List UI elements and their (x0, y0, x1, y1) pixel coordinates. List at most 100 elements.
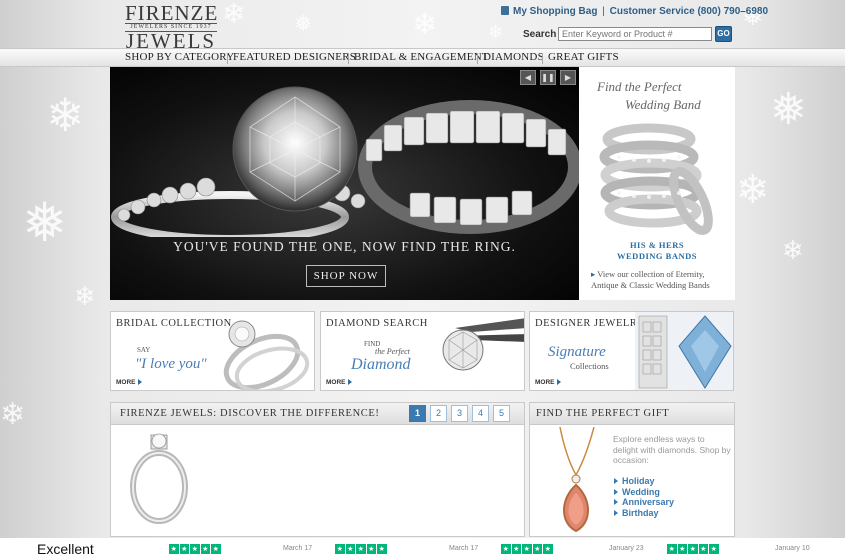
star-rating: ★ ★ ★ ★ ★ (335, 544, 387, 554)
star-icon: ★ (179, 544, 189, 554)
page-button-5[interactable]: 5 (493, 405, 510, 422)
occasion-list: Holiday Wedding Anniversary Birthday (614, 476, 674, 518)
blue-topaz-ring-image (635, 312, 733, 390)
solitaire-ring-image[interactable] (115, 429, 205, 529)
review-date: March 17 (449, 545, 479, 552)
nav-divider (348, 53, 349, 64)
arrow-right-icon (347, 379, 352, 385)
shop-now-button[interactable]: SHOP NOW (306, 265, 386, 287)
arrow-right-icon (614, 478, 618, 484)
occasion-label: Birthday (622, 507, 659, 518)
logo-text-firenze: FIRENZE (125, 1, 219, 25)
star-icon: ★ (532, 544, 542, 554)
shopping-bag-link[interactable]: My Shopping Bag (513, 6, 597, 17)
more-label: MORE (326, 379, 346, 386)
star-icon: ★ (698, 544, 708, 554)
hero-banner[interactable]: ◀ ❚❚ ▶ YOU'VE FOUND THE ONE, NOW FIND TH… (110, 67, 579, 300)
star-icon: ★ (366, 544, 376, 554)
panel-header: FIND THE PERFECT GIFT (530, 403, 734, 425)
star-icon: ★ (688, 544, 698, 554)
panel-header: FIRENZE JEWELS: DISCOVER THE DIFFERENCE!… (111, 403, 524, 425)
more-label: MORE (535, 379, 555, 386)
arrow-right-icon (614, 509, 618, 516)
occasion-link-wedding[interactable]: Wedding (614, 487, 674, 498)
occasion-label: Wedding (622, 486, 660, 497)
page-button-1[interactable]: 1 (409, 405, 426, 422)
promo-description-text: View our collection of Eternity, Antique… (591, 269, 710, 290)
snowflake-icon: ❄ (46, 88, 85, 142)
search-input[interactable] (558, 27, 712, 41)
star-icon: ★ (211, 544, 221, 554)
tile-diamond-search[interactable]: DIAMOND SEARCH FIND the Perfect Diamond … (320, 311, 525, 391)
star-rating: ★ ★ ★ ★ ★ (169, 544, 221, 554)
star-icon: ★ (200, 544, 210, 554)
star-icon: ★ (709, 544, 719, 554)
nav-divider (477, 53, 478, 64)
review-date: March 17 (283, 545, 313, 552)
promo-title-line2: Wedding Band (625, 97, 701, 112)
occasion-link-holiday[interactable]: Holiday (614, 476, 674, 487)
page-button-2[interactable]: 2 (430, 405, 447, 422)
nav-item-great-gifts[interactable]: GREAT GIFTS (548, 51, 619, 63)
search-go-button[interactable]: GO (715, 26, 732, 42)
occasion-link-birthday[interactable]: Birthday (614, 508, 674, 519)
star-icon: ★ (345, 544, 355, 554)
diamond-tweezers-image (442, 318, 524, 371)
nav-item-bridal-engagement[interactable]: BRIDAL & ENGAGEMENT (354, 51, 489, 63)
tile-title: DIAMOND SEARCH (326, 318, 428, 329)
tile-small-text: Collections (570, 361, 609, 371)
star-rating: ★ ★ ★ ★ ★ (501, 544, 553, 554)
rating-word: Excellent (37, 541, 94, 557)
tile-title: DESIGNER JEWELRY (535, 318, 645, 329)
pendant-necklace-image[interactable] (542, 427, 612, 537)
promo-description[interactable]: ▸ View our collection of Eternity, Antiq… (591, 269, 731, 291)
nav-item-featured-designers[interactable]: FEATURED DESIGNERS (233, 51, 356, 63)
find-gift-panel: FIND THE PERFECT GIFT Explore endless wa… (529, 402, 735, 537)
more-label: MORE (116, 379, 136, 386)
tile-small-text: SAY (137, 346, 151, 354)
top-links: My Shopping Bag | Customer Service (800)… (501, 6, 768, 17)
promo-heading-line1: HIS & HERS (629, 240, 685, 250)
more-link[interactable]: MORE (535, 379, 561, 386)
hero-pause-button[interactable]: ❚❚ (540, 70, 556, 85)
site-logo[interactable]: FIRENZE JEWELERS SINCE 1937 JEWELS (125, 1, 219, 52)
review-date: January 10 (775, 545, 810, 552)
link-separator: | (602, 6, 605, 17)
nav-divider (542, 53, 543, 64)
nav-item-shop-by-category[interactable]: SHOP BY CATEGORY (125, 51, 234, 63)
hero-rings-image (111, 86, 579, 237)
more-link[interactable]: MORE (326, 379, 352, 386)
tile-designer-jewelry[interactable]: DESIGNER JEWELRY Signature Collections M… (529, 311, 734, 391)
snowflake-icon: ❄ (0, 397, 26, 432)
tile-script-text: Diamond (351, 356, 411, 373)
star-icon: ★ (522, 544, 532, 554)
more-link[interactable]: MORE (116, 379, 142, 386)
site-header: FIRENZE JEWELERS SINCE 1937 JEWELS My Sh… (0, 0, 845, 52)
tile-bridal-collection[interactable]: BRIDAL COLLECTION SAY "I love you" MORE (110, 311, 315, 391)
hero-prev-button[interactable]: ◀ (520, 70, 536, 85)
wedding-band-promo[interactable]: Find the Perfect Wedding Band HIS & HERS… (579, 67, 735, 300)
arrow-right-icon (137, 379, 142, 385)
wedding-bands-image (599, 123, 713, 235)
hero-next-button[interactable]: ▶ (560, 70, 576, 85)
page-button-3[interactable]: 3 (451, 405, 468, 422)
star-icon: ★ (511, 544, 521, 554)
gift-blurb: Explore endless ways to delight with dia… (613, 434, 731, 465)
star-rating: ★ ★ ★ ★ ★ (667, 544, 719, 554)
tile-small-text-2: the Perfect (375, 347, 410, 356)
shopping-bag-icon[interactable] (501, 6, 509, 15)
nav-item-diamonds[interactable]: DIAMONDS (483, 51, 544, 63)
star-icon: ★ (190, 544, 200, 554)
star-icon: ★ (677, 544, 687, 554)
customer-service-link[interactable]: Customer Service (800) 790–6980 (610, 6, 768, 17)
tile-script-text: Signature (548, 344, 606, 360)
snowflake-icon: ❅ (22, 191, 68, 254)
engagement-ring-image (223, 320, 310, 390)
page-button-4[interactable]: 4 (472, 405, 489, 422)
hero-caption: YOU'VE FOUND THE ONE, NOW FIND THE RING. (173, 239, 516, 254)
occasion-link-anniversary[interactable]: Anniversary (614, 497, 674, 508)
arrow-right-icon (556, 379, 561, 385)
star-icon: ★ (377, 544, 387, 554)
star-icon: ★ (169, 544, 179, 554)
panel-title: FIRENZE JEWELS: DISCOVER THE DIFFERENCE! (120, 408, 380, 419)
